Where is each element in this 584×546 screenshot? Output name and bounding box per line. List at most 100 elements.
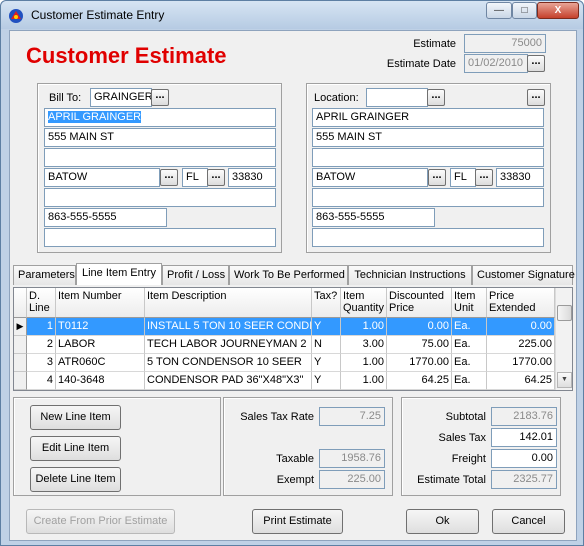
location-state-lookup-button[interactable]: ... <box>475 169 493 186</box>
delete-line-item-button[interactable]: Delete Line Item <box>30 467 121 492</box>
table-cell[interactable]: Y <box>312 354 341 372</box>
edit-line-item-button[interactable]: Edit Line Item <box>30 436 121 461</box>
table-cell[interactable]: Ea. <box>452 354 487 372</box>
bill-to-notes-field[interactable] <box>44 228 276 247</box>
table-cell[interactable]: 0.00 <box>387 318 452 336</box>
table-cell[interactable]: 1770.00 <box>387 354 452 372</box>
table-cell[interactable]: 64.25 <box>387 372 452 390</box>
location-city-field[interactable]: BATOW <box>312 168 428 187</box>
maximize-button[interactable]: □ <box>512 2 537 19</box>
table-cell[interactable]: 1.00 <box>341 372 387 390</box>
create-from-prior-estimate-button[interactable]: Create From Prior Estimate <box>26 509 175 534</box>
location-state-field[interactable]: FL <box>450 168 476 187</box>
row-indicator-empty[interactable] <box>14 336 27 354</box>
date-picker-button[interactable]: ... <box>527 55 545 72</box>
location-city-lookup-button[interactable]: ... <box>428 169 446 186</box>
location-address1-field[interactable]: 555 MAIN ST <box>312 128 544 147</box>
table-cell[interactable]: 4 <box>27 372 56 390</box>
table-cell[interactable]: INSTALL 5 TON 10 SEER CONDE <box>145 318 312 336</box>
row-indicator-empty[interactable] <box>14 354 27 372</box>
table-cell[interactable]: 5 TON CONDENSOR 10 SEER <box>145 354 312 372</box>
tab-parameters[interactable]: Parameters <box>13 265 76 285</box>
table-cell[interactable]: CONDENSOR PAD 36"X48"X3" <box>145 372 312 390</box>
grid-header-line[interactable]: D. Line <box>27 288 56 318</box>
table-cell[interactable]: 64.25 <box>487 372 555 390</box>
grid-vertical-scrollbar[interactable]: ▼ <box>555 288 572 390</box>
estimate-total-field[interactable]: 2325.77 <box>491 470 557 489</box>
new-line-item-button[interactable]: New Line Item <box>30 405 121 430</box>
bill-to-state-lookup-button[interactable]: ... <box>207 169 225 186</box>
table-cell[interactable]: 2 <box>27 336 56 354</box>
location-address2-field[interactable] <box>312 148 544 167</box>
table-cell[interactable]: T0112 <box>56 318 145 336</box>
table-cell[interactable]: 1.00 <box>341 318 387 336</box>
sales-tax-field[interactable]: 142.01 <box>491 428 557 447</box>
table-cell[interactable]: 140-3648 <box>56 372 145 390</box>
location-notes-field[interactable] <box>312 228 544 247</box>
minimize-button[interactable]: — <box>486 2 512 19</box>
grid-header-extended[interactable]: Price Extended <box>487 288 555 318</box>
table-cell[interactable]: ATR060C <box>56 354 145 372</box>
estimate-number-field[interactable]: 75000 <box>464 34 546 53</box>
cancel-button[interactable]: Cancel <box>492 509 565 534</box>
location-extra-field[interactable] <box>312 188 544 207</box>
table-cell[interactable]: Ea. <box>452 336 487 354</box>
tab-technician-instructions[interactable]: Technician Instructions <box>348 265 472 285</box>
tab-work-to-be-performed[interactable]: Work To Be Performed <box>229 265 348 285</box>
bill-to-state-field[interactable]: FL <box>182 168 208 187</box>
bill-to-code-field[interactable]: GRAINGER <box>90 88 152 107</box>
location-name-field[interactable]: APRIL GRAINGER <box>312 108 544 127</box>
table-cell[interactable]: TECH LABOR JOURNEYMAN 2 <box>145 336 312 354</box>
title-bar[interactable]: Customer Estimate Entry — □ X <box>1 1 583 29</box>
print-estimate-button[interactable]: Print Estimate <box>252 509 343 534</box>
table-cell[interactable]: 1 <box>27 318 56 336</box>
location-code-field[interactable] <box>366 88 428 107</box>
location-phone-field[interactable]: 863-555-5555 <box>312 208 435 227</box>
subtotal-field[interactable]: 2183.76 <box>491 407 557 426</box>
grid-header-price[interactable]: Discounted Price <box>387 288 452 318</box>
table-cell[interactable]: Y <box>312 318 341 336</box>
table-cell[interactable]: Y <box>312 372 341 390</box>
table-cell[interactable]: 75.00 <box>387 336 452 354</box>
location-zip-field[interactable]: 33830 <box>496 168 544 187</box>
tab-customer-signature[interactable]: Customer Signature <box>472 265 575 285</box>
table-cell[interactable]: 0.00 <box>487 318 555 336</box>
bill-to-lookup-button[interactable]: ... <box>151 89 169 106</box>
row-indicator-empty[interactable] <box>14 372 27 390</box>
exempt-field[interactable]: 225.00 <box>319 470 385 489</box>
line-items-grid[interactable]: D. Line Item Number Item Description Tax… <box>13 287 573 391</box>
tab-profit-loss[interactable]: Profit / Loss <box>162 265 229 285</box>
bill-to-city-field[interactable]: BATOW <box>44 168 160 187</box>
scroll-down-arrow-icon[interactable]: ▼ <box>557 372 572 388</box>
freight-field[interactable]: 0.00 <box>491 449 557 468</box>
bill-to-address2-field[interactable] <box>44 148 276 167</box>
grid-header-item-number[interactable]: Item Number <box>56 288 145 318</box>
tab-line-item-entry[interactable]: Line Item Entry <box>76 263 162 285</box>
estimate-date-field[interactable]: 01/02/2010 <box>464 54 528 73</box>
table-cell[interactable]: 3.00 <box>341 336 387 354</box>
row-indicator[interactable]: ▶ <box>14 318 27 336</box>
table-cell[interactable]: LABOR <box>56 336 145 354</box>
table-cell[interactable]: 1.00 <box>341 354 387 372</box>
bill-to-phone-field[interactable]: 863-555-5555 <box>44 208 167 227</box>
ok-button[interactable]: Ok <box>406 509 479 534</box>
taxable-field[interactable]: 1958.76 <box>319 449 385 468</box>
close-button[interactable]: X <box>537 2 579 19</box>
sales-tax-rate-field[interactable]: 7.25 <box>319 407 385 426</box>
table-cell[interactable]: Ea. <box>452 372 487 390</box>
grid-header-description[interactable]: Item Description <box>145 288 312 318</box>
table-cell[interactable]: N <box>312 336 341 354</box>
bill-to-address1-field[interactable]: 555 MAIN ST <box>44 128 276 147</box>
location-lookup-button[interactable]: ... <box>427 89 445 106</box>
location-options-button[interactable]: ... <box>527 89 545 106</box>
bill-to-name-field[interactable]: APRIL GRAINGER <box>44 108 276 127</box>
grid-header-quantity[interactable]: Item Quantity <box>341 288 387 318</box>
table-cell[interactable]: Ea. <box>452 318 487 336</box>
bill-to-city-lookup-button[interactable]: ... <box>160 169 178 186</box>
table-cell[interactable]: 225.00 <box>487 336 555 354</box>
grid-header-tax[interactable]: Tax? <box>312 288 341 318</box>
table-cell[interactable]: 3 <box>27 354 56 372</box>
grid-header-unit[interactable]: Item Unit <box>452 288 487 318</box>
bill-to-zip-field[interactable]: 33830 <box>228 168 276 187</box>
scrollbar-thumb[interactable] <box>557 305 572 321</box>
